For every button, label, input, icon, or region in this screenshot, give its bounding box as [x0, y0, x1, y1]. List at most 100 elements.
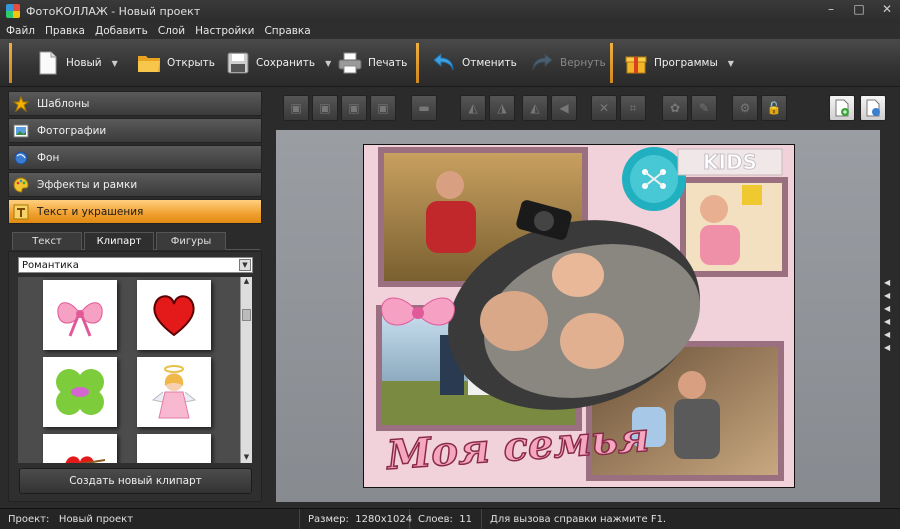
delete-icon[interactable]: ✕ — [591, 95, 617, 121]
clipart-heart[interactable] — [137, 280, 211, 350]
open-button[interactable]: Открыть — [137, 45, 215, 81]
folder-icon — [137, 49, 161, 77]
kids-badge: KIDS — [677, 148, 783, 176]
menu-bar: Файл Правка Добавить Слой Настройки Спра… — [0, 22, 900, 39]
magic-wand-icon[interactable]: ✎ — [691, 95, 717, 121]
clipart-bow[interactable] — [43, 280, 117, 350]
clipart-tabs: Текст Клипарт Фигуры — [12, 232, 260, 250]
canvas-area[interactable]: KIDS Моя семья — [276, 130, 880, 502]
chevron-left-icon[interactable]: ◀ — [884, 317, 892, 326]
collage-artwork: KIDS Моя семья — [364, 145, 794, 487]
palette-icon — [13, 176, 29, 193]
text-icon — [13, 204, 29, 220]
menu-edit[interactable]: Правка — [45, 25, 85, 37]
scroll-up-icon[interactable]: ▲ — [241, 277, 252, 287]
sidebar-item-text-decorations[interactable]: Текст и украшения — [8, 199, 262, 224]
rotate-left-icon[interactable]: ◭ — [460, 95, 486, 121]
bring-to-front-icon[interactable]: ▣ — [283, 95, 309, 121]
redo-arrow-icon — [530, 49, 554, 77]
clipart-item[interactable] — [137, 434, 211, 463]
send-backward-icon[interactable]: ▣ — [370, 95, 396, 121]
main-toolbar: Новый ▼ Открыть Сохранить ▼ Печать Отмен… — [0, 39, 900, 87]
rotate-right-icon[interactable]: ◮ — [489, 95, 515, 121]
edit-toolbar: ▣ ▣ ▣ ▣ ▬ ◭ ◮ ◭ ◀ ✕ ⌗ ✿ ✎ ⚙ 🔓 — [276, 92, 886, 126]
status-bar: Проект: Новый проект Размер: 1280x1024 С… — [0, 508, 900, 529]
clipart-panel: Романтика ▼ ▲ ▼ Создать новый клипарт — [8, 251, 262, 502]
undo-arrow-icon — [432, 49, 456, 77]
programs-dropdown-icon[interactable]: ▼ — [728, 59, 734, 68]
new-document-icon — [36, 49, 60, 77]
page-settings-icon[interactable] — [860, 95, 886, 121]
left-sidebar: Шаблоны Фотографии Фон Эффекты и рамки Т… — [8, 91, 262, 502]
minimize-button[interactable]: – — [824, 2, 838, 16]
status-layers: Слоев: 11 — [410, 508, 482, 529]
clipart-angel[interactable] — [137, 357, 211, 427]
app-logo-icon — [6, 4, 20, 18]
menu-layer[interactable]: Слой — [158, 25, 185, 37]
create-clipart-button[interactable]: Создать новый клипарт — [19, 468, 252, 494]
redo-button[interactable]: Вернуть — [530, 45, 606, 81]
scroll-thumb[interactable] — [242, 309, 251, 321]
effects-icon[interactable]: ✿ — [662, 95, 688, 121]
toolbar-separator — [610, 43, 613, 83]
send-to-back-icon[interactable]: ▣ — [312, 95, 338, 121]
sidebar-item-templates[interactable]: Шаблоны — [8, 91, 262, 116]
title-bar: ФотоКОЛЛАЖ - Новый проект – □ ✕ — [0, 0, 900, 22]
lock-icon[interactable]: 🔓 — [761, 95, 787, 121]
tab-text[interactable]: Текст — [12, 232, 82, 250]
new-button[interactable]: Новый ▼ — [36, 45, 118, 81]
menu-settings[interactable]: Настройки — [195, 25, 254, 37]
chevron-left-icon[interactable]: ◀ — [884, 304, 892, 313]
clipart-arrow-heart[interactable] — [43, 434, 117, 463]
chevron-left-icon[interactable]: ◀ — [884, 330, 892, 339]
chevron-down-icon[interactable]: ▼ — [239, 259, 251, 271]
maximize-button[interactable]: □ — [852, 2, 866, 16]
chevron-left-icon[interactable]: ◀ — [884, 291, 892, 300]
undo-button[interactable]: Отменить — [432, 45, 517, 81]
clipart-list — [18, 277, 252, 463]
svg-text:KIDS: KIDS — [703, 150, 757, 174]
status-help: Для вызова справки нажмите F1. — [490, 513, 667, 525]
print-button[interactable]: Печать — [338, 45, 407, 81]
menu-file[interactable]: Файл — [6, 25, 35, 37]
floppy-disk-icon — [226, 49, 250, 77]
flip-vertical-icon[interactable]: ◀ — [551, 95, 577, 121]
gift-box-icon — [624, 49, 648, 77]
sidebar-item-effects[interactable]: Эффекты и рамки — [8, 172, 262, 197]
close-button[interactable]: ✕ — [880, 2, 894, 16]
save-dropdown-icon[interactable]: ▼ — [325, 59, 331, 68]
save-button[interactable]: Сохранить ▼ — [226, 45, 331, 81]
window-title: ФотоКОЛЛАЖ - Новый проект — [26, 4, 201, 18]
add-page-icon[interactable] — [829, 95, 855, 121]
flip-horizontal-icon[interactable]: ◭ — [522, 95, 548, 121]
chevron-left-icon[interactable]: ◀ — [884, 343, 892, 352]
align-icon[interactable]: ▬ — [411, 95, 437, 121]
programs-button[interactable]: Программы ▼ — [624, 45, 734, 81]
menu-add[interactable]: Добавить — [95, 25, 148, 37]
crop-icon[interactable]: ⌗ — [620, 95, 646, 121]
collage-canvas[interactable]: KIDS Моя семья — [363, 144, 795, 488]
toolbar-separator — [9, 43, 12, 83]
settings-gear-icon[interactable]: ⚙ — [732, 95, 758, 121]
sidebar-item-photos[interactable]: Фотографии — [8, 118, 262, 143]
sidebar-item-background[interactable]: Фон — [8, 145, 262, 170]
new-dropdown-icon[interactable]: ▼ — [112, 59, 118, 68]
toolbar-separator — [416, 43, 419, 83]
printer-icon — [338, 49, 362, 77]
photos-icon — [13, 123, 29, 139]
menu-help[interactable]: Справка — [264, 25, 310, 37]
clipart-scrollbar[interactable]: ▲ ▼ — [240, 277, 252, 463]
category-select[interactable]: Романтика ▼ — [18, 257, 253, 273]
scroll-down-icon[interactable]: ▼ — [241, 453, 252, 463]
tab-shapes[interactable]: Фигуры — [156, 232, 226, 250]
photo-frame-top-right — [680, 177, 788, 277]
tab-clipart[interactable]: Клипарт — [84, 232, 154, 250]
status-project: Проект: Новый проект — [0, 508, 300, 529]
side-panel-arrows[interactable]: ◀ ◀ ◀ ◀ ◀ ◀ — [884, 278, 892, 352]
clipart-clover[interactable] — [43, 357, 117, 427]
chevron-left-icon[interactable]: ◀ — [884, 278, 892, 287]
status-size: Размер: 1280x1024 — [300, 508, 412, 529]
star-icon — [13, 95, 29, 112]
bring-forward-icon[interactable]: ▣ — [341, 95, 367, 121]
background-icon — [13, 150, 29, 166]
